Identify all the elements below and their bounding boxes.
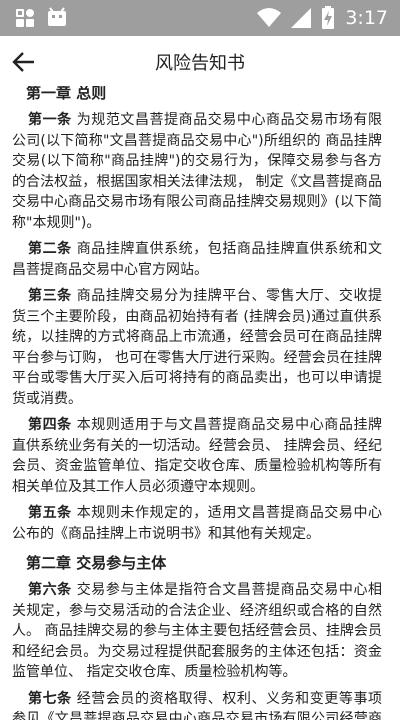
article-number: 第四条	[28, 417, 72, 433]
chapter-heading: 第二章 交易参与主体	[26, 554, 167, 572]
app-bar: 风险告知书	[0, 36, 400, 86]
gallery-icon	[16, 9, 34, 27]
risk-notice-document[interactable]: 第一章 总则 第一条 为规范文昌菩提商品交易中心商品交易市场有限公司(以下简称"…	[0, 86, 400, 720]
article-number: 第二条	[28, 241, 72, 257]
chapter-heading: 第一章 总则	[26, 86, 107, 102]
article: 第七条 经营会员的资格取得、权利、义务和变更等事项参见《文昌菩提商品交易中心商品…	[0, 689, 400, 720]
article: 第三条 商品挂牌交易分为挂牌平台、零售大厅、交收提货三个主要阶段，由商品初始持有…	[0, 286, 400, 409]
article: 第五条 本规则未作规定的，适用文昌菩提商品交易中心公布的《商品挂牌上市说明书》和…	[0, 503, 400, 544]
article: 第六条 交易参与主体是指符合文昌菩提商品交易中心相关规定，参与交易活动的合法企业…	[0, 580, 400, 683]
battery-charging-icon	[322, 6, 335, 29]
wifi-icon	[257, 8, 282, 27]
article-text: 为规范文昌菩提商品交易中心商品交易市场有限公司(以下简称"文昌菩提商品交易中心"…	[12, 112, 383, 231]
article: 第二条 商品挂牌直供系统，包括商品挂牌直供系统和文昌菩提商品交易中心官方网站。	[0, 239, 400, 280]
article: 第四条 本规则适用于与文昌菩提商品交易中心商品挂牌直供系统业务有关的一切活动。经…	[0, 415, 400, 497]
article-number: 第六条	[28, 582, 72, 598]
article-text: 商品挂牌交易分为挂牌平台、零售大厅、交收提货三个主要阶段，由商品初始持有者 (挂…	[12, 288, 383, 407]
article-number: 第一条	[28, 112, 72, 128]
article-number: 第五条	[28, 505, 72, 521]
article-number: 第七条	[28, 690, 72, 707]
signal-icon	[291, 8, 312, 28]
page-title: 风险告知书	[155, 53, 245, 74]
android-icon	[48, 7, 66, 26]
article-number: 第三条	[28, 288, 72, 304]
status-bar: 3:17	[0, 0, 400, 36]
status-time: 3:17	[345, 7, 388, 29]
article: 第一条 为规范文昌菩提商品交易中心商品交易市场有限公司(以下简称"文昌菩提商品交…	[0, 110, 400, 233]
